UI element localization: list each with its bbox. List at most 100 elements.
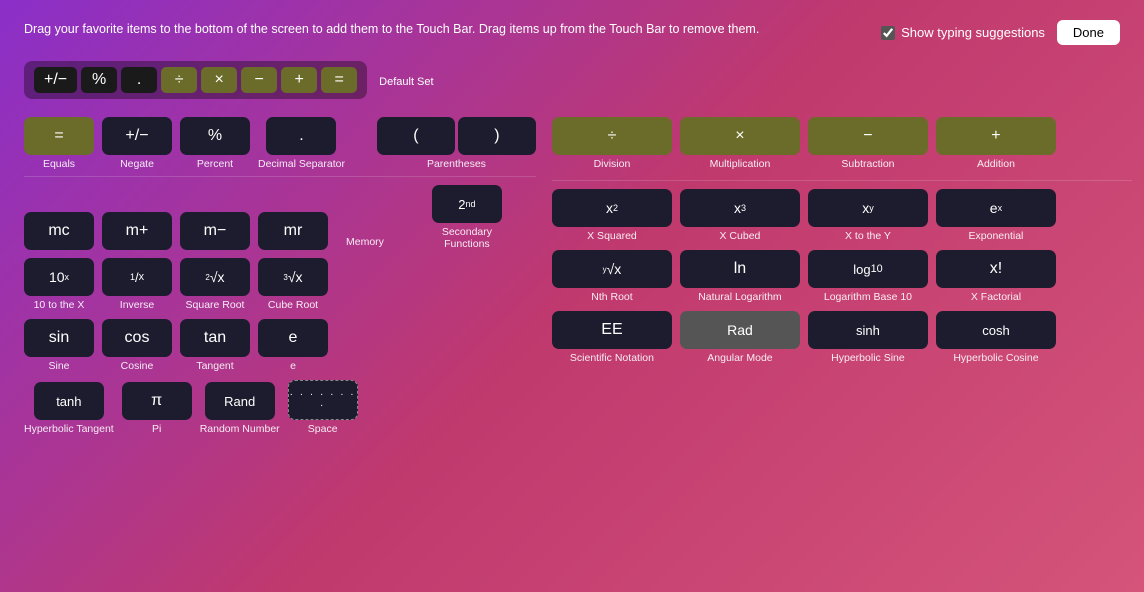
cuberoot-btn[interactable]: 3√x (258, 258, 328, 296)
sqroot-label: Square Root (186, 299, 245, 311)
inverse-btn[interactable]: 1/x (102, 258, 172, 296)
negate-label: Negate (120, 158, 154, 170)
mplus-group: m+ (102, 212, 172, 250)
ln-label: Natural Logarithm (698, 291, 781, 303)
ds-multiply[interactable]: × (201, 67, 237, 93)
secondary-btn[interactable]: 2nd (432, 185, 502, 223)
tenx-group: 10x 10 to the X (24, 258, 94, 311)
division-label: Division (594, 158, 631, 170)
division-btn[interactable]: ÷ (552, 117, 672, 155)
exp-btn[interactable]: ex (936, 189, 1056, 227)
mminus-btn[interactable]: m− (180, 212, 250, 250)
negate-group: +/− Negate (102, 117, 172, 170)
subtraction-group: − Subtraction (808, 117, 928, 170)
sinh-btn[interactable]: sinh (808, 311, 928, 349)
decimal-btn[interactable]: . (266, 117, 336, 155)
rand-label: Random Number (200, 423, 280, 435)
subtraction-label: Subtraction (841, 158, 894, 170)
e-group: e e (258, 319, 328, 372)
xtoy-label: X to the Y (845, 230, 891, 242)
show-typing-checkbox[interactable] (881, 26, 895, 40)
ds-add[interactable]: + (281, 67, 317, 93)
default-set-section: +/− % . ÷ × − + = Default Set (24, 61, 1120, 103)
mr-group: mr (258, 212, 328, 250)
xcubed-btn[interactable]: x3 (680, 189, 800, 227)
ds-subtract[interactable]: − (241, 67, 277, 93)
sqroot-group: 2√x Square Root (180, 258, 250, 311)
right-row3: y√x Nth Root ln Natural Logarithm log10 … (552, 250, 1132, 303)
xfact-group: x! X Factorial (936, 250, 1056, 303)
ds-decimal[interactable]: . (121, 67, 157, 93)
cuberoot-group: 3√x Cube Root (258, 258, 328, 311)
ds-negate[interactable]: +/− (34, 67, 77, 93)
tenx-btn[interactable]: 10x (24, 258, 94, 296)
ln-btn[interactable]: ln (680, 250, 800, 288)
ds-divide[interactable]: ÷ (161, 67, 197, 93)
ds-percent[interactable]: % (81, 67, 117, 93)
mc-btn[interactable]: mc (24, 212, 94, 250)
decimal-group: . Decimal Separator (258, 117, 345, 170)
default-set-label: Default Set (379, 76, 433, 88)
equals-group: = Equals (24, 117, 94, 170)
multiplication-label: Multiplication (710, 158, 771, 170)
rad-label: Angular Mode (707, 352, 772, 364)
nthroot-btn[interactable]: y√x (552, 250, 672, 288)
inverse-label: Inverse (120, 299, 154, 311)
show-typing-label[interactable]: Show typing suggestions (881, 25, 1045, 40)
parentheses-label: Parentheses (427, 158, 486, 170)
right-panel: ÷ Division × Multiplication − Subtractio… (552, 117, 1132, 441)
pi-btn[interactable]: π (122, 382, 192, 420)
sqroot-btn[interactable]: 2√x (180, 258, 250, 296)
secondary-group: 2nd SecondaryFunctions (432, 185, 502, 250)
show-typing-text: Show typing suggestions (901, 25, 1045, 40)
memory-label: Memory (346, 236, 384, 250)
log10-label: Logarithm Base 10 (824, 291, 912, 303)
open-paren-btn[interactable]: ( (377, 117, 455, 155)
addition-btn[interactable]: + (936, 117, 1056, 155)
rand-btn[interactable]: Rand (205, 382, 275, 420)
xsquared-group: x2 X Squared (552, 189, 672, 242)
mr-btn[interactable]: mr (258, 212, 328, 250)
percent-btn[interactable]: % (180, 117, 250, 155)
subtraction-btn[interactable]: − (808, 117, 928, 155)
done-button[interactable]: Done (1057, 20, 1120, 45)
cos-btn[interactable]: cos (102, 319, 172, 357)
mc-group: mc (24, 212, 94, 250)
nthroot-label: Nth Root (591, 291, 632, 303)
xtoy-group: xy X to the Y (808, 189, 928, 242)
nthroot-group: y√x Nth Root (552, 250, 672, 303)
cosh-btn[interactable]: cosh (936, 311, 1056, 349)
equals-btn[interactable]: = (24, 117, 94, 155)
xsquared-btn[interactable]: x2 (552, 189, 672, 227)
rad-btn[interactable]: Rad (680, 311, 800, 349)
ds-equals[interactable]: = (321, 67, 357, 93)
space-btn[interactable]: · · · · · · · · (288, 380, 358, 420)
sinh-group: sinh Hyperbolic Sine (808, 311, 928, 364)
tanh-label: Hyperbolic Tangent (24, 423, 114, 435)
log10-btn[interactable]: log10 (808, 250, 928, 288)
close-paren-btn[interactable]: ) (458, 117, 536, 155)
top-bar: Drag your favorite items to the bottom o… (24, 20, 1120, 45)
right-row4: EE Scientific Notation Rad Angular Mode … (552, 311, 1132, 364)
negate-btn[interactable]: +/− (102, 117, 172, 155)
row5: tanh Hyperbolic Tangent π Pi Rand Random… (24, 380, 536, 435)
ee-btn[interactable]: EE (552, 311, 672, 349)
tan-group: tan Tangent (180, 319, 250, 372)
cos-group: cos Cosine (102, 319, 172, 372)
mplus-btn[interactable]: m+ (102, 212, 172, 250)
tanh-group: tanh Hyperbolic Tangent (24, 382, 114, 435)
percent-group: % Percent (180, 117, 250, 170)
tan-btn[interactable]: tan (180, 319, 250, 357)
xtoy-btn[interactable]: xy (808, 189, 928, 227)
addition-label: Addition (977, 158, 1015, 170)
xfact-btn[interactable]: x! (936, 250, 1056, 288)
multiplication-group: × Multiplication (680, 117, 800, 170)
rand-group: Rand Random Number (200, 382, 280, 435)
sin-btn[interactable]: sin (24, 319, 94, 357)
xsquared-label: X Squared (587, 230, 637, 242)
percent-label: Percent (197, 158, 233, 170)
top-right-row: ÷ Division × Multiplication − Subtractio… (552, 117, 1132, 170)
multiplication-btn[interactable]: × (680, 117, 800, 155)
e-btn[interactable]: e (258, 319, 328, 357)
tanh-btn[interactable]: tanh (34, 382, 104, 420)
